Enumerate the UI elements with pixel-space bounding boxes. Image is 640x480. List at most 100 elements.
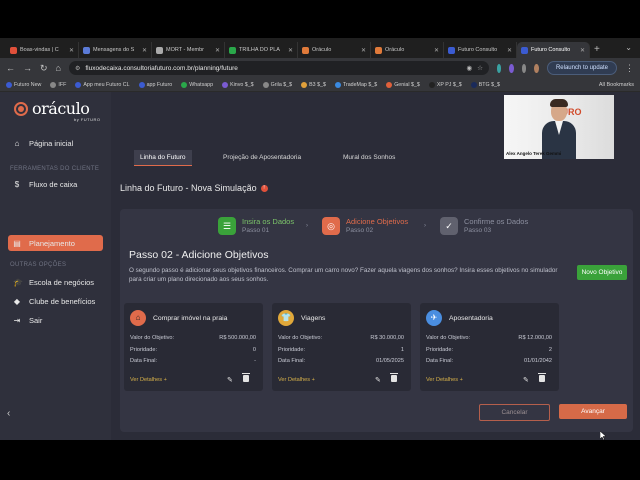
close-icon[interactable]: ✕ <box>507 47 512 54</box>
close-icon[interactable]: ✕ <box>69 47 74 54</box>
close-icon[interactable]: ✕ <box>434 47 439 54</box>
logo-subtitle: by FUTURO <box>74 117 101 122</box>
sidebar-item-business-school[interactable]: 🎓 Escola de negócios <box>8 274 103 290</box>
bookmark[interactable]: XP PJ $_$ <box>428 81 462 88</box>
step-1[interactable]: ☰ Insira os Dados Passo 01 <box>218 217 294 235</box>
step-title: Insira os Dados <box>242 217 295 226</box>
chevron-right-icon: › <box>306 223 308 229</box>
bookmark[interactable]: App meu Futuro CL <box>75 81 130 88</box>
app-logo[interactable]: oráculo <box>14 101 90 117</box>
browser-tab-active[interactable]: Futuro Consulto ✕ <box>517 42 590 58</box>
browser-tab[interactable]: Oráculo ✕ <box>371 42 444 58</box>
diamond-icon: ◆ <box>13 296 21 306</box>
eye-icon[interactable]: ◉ <box>466 64 472 72</box>
step-subtitle: Passo 02 <box>346 227 374 234</box>
browser-tab[interactable]: Futuro Consulto ✕ <box>444 42 517 58</box>
bookmark[interactable]: B3 $_$ <box>301 81 326 88</box>
extension-icon[interactable] <box>509 63 514 73</box>
sidebar-item-label: Fluxo de caixa <box>29 179 78 189</box>
browser-tab[interactable]: Mensagens do S ✕ <box>79 42 152 58</box>
new-goal-button[interactable]: Novo Objetivo <box>577 265 627 280</box>
tab-favicon <box>521 46 528 54</box>
close-icon[interactable]: ✕ <box>361 47 366 54</box>
bookmark-favicon <box>470 81 477 88</box>
extension-icon[interactable] <box>521 63 527 73</box>
sidebar-item-home[interactable]: ⌂ Página inicial <box>8 135 103 151</box>
step-3[interactable]: ✓ Confirme os Dados Passo 03 <box>440 217 528 235</box>
home-icon[interactable]: ⌂ <box>56 63 61 73</box>
webcam-overlay: TURO Alex Angelo Terek Gemmi <box>504 95 614 159</box>
close-icon[interactable]: ✕ <box>142 47 147 54</box>
trash-icon[interactable] <box>242 373 250 382</box>
step-2[interactable]: ◎ Adicione Objetivos Passo 02 <box>322 217 408 235</box>
sidebar-item-label: Clube de benefícios <box>29 296 96 306</box>
sidebar-item-benefits-club[interactable]: ◆ Clube de benefícios <box>8 293 103 309</box>
extension-icon[interactable] <box>496 63 502 73</box>
browser-tab[interactable]: Boas-vindas | C ✕ <box>6 42 79 58</box>
close-icon[interactable]: ✕ <box>580 47 585 54</box>
view-details-link[interactable]: Ver Detalhes + <box>426 377 463 383</box>
graduation-cap-icon: 🎓 <box>13 277 23 287</box>
edit-icon[interactable]: ✎ <box>375 376 381 384</box>
goal-date-row: Data Final: 01/05/2025 <box>278 358 404 364</box>
back-icon[interactable]: ← <box>6 63 15 73</box>
star-icon[interactable]: ☆ <box>477 64 483 72</box>
info-icon[interactable]: ! <box>260 184 268 192</box>
page-title-text: Linha do Futuro - Nova Simulação <box>120 183 257 193</box>
sidebar-item-cashflow[interactable]: $ Fluxo de caixa <box>8 176 103 192</box>
bookmark-favicon <box>222 81 229 88</box>
close-icon[interactable]: ✕ <box>288 47 293 54</box>
sidebar-item-logout[interactable]: ⇥ Sair <box>8 312 103 328</box>
bookmark-favicon <box>6 81 12 88</box>
goal-card: ✈ Aposentadoria Valor do Objetivo: R$ 12.… <box>420 303 559 391</box>
bookmark[interactable]: Whatsapp <box>181 81 213 88</box>
view-details-link[interactable]: Ver Detalhes + <box>278 377 315 383</box>
dollar-icon: $ <box>14 179 20 189</box>
sidebar-item-planning[interactable]: ▤ Planejamento <box>8 235 103 251</box>
trash-icon[interactable] <box>390 373 398 382</box>
address-bar[interactable]: ⚙ fluxodecaixa.consultoriafuturo.com.br/… <box>68 61 489 75</box>
bookmark[interactable]: app Futuro <box>138 81 172 88</box>
target-icon: ◎ <box>322 217 340 235</box>
view-details-link[interactable]: Ver Detalhes + <box>130 377 167 383</box>
step-title: Adicione Objetivos <box>346 217 409 226</box>
tab-future-line[interactable]: Linha do Futuro <box>134 150 192 166</box>
profile-avatar[interactable] <box>534 63 539 73</box>
forward-icon[interactable]: → <box>23 63 32 73</box>
bookmark-favicon <box>301 81 308 88</box>
goal-value-row: Valor do Objetivo: R$ 30.000,00 <box>278 335 404 341</box>
goal-card: 👕 Viagens Valor do Objetivo: R$ 30.000,00… <box>272 303 411 391</box>
menu-icon[interactable]: ⋮ <box>625 63 634 74</box>
new-tab-button[interactable]: + <box>594 42 600 58</box>
cancel-button[interactable]: Cancelar <box>479 404 550 421</box>
edit-icon[interactable]: ✎ <box>227 376 233 384</box>
browser-tab[interactable]: Oráculo ✕ <box>298 42 371 58</box>
next-button[interactable]: Avançar <box>559 404 627 419</box>
browser-toolbar: ← → ↻ ⌂ ⚙ fluxodecaixa.consultoriafuturo… <box>0 58 640 78</box>
tab-search-icon[interactable]: ⌄ <box>625 43 632 52</box>
bookmark[interactable]: Genial $_$ <box>386 81 420 88</box>
all-bookmarks-button[interactable]: All Bookmarks <box>599 82 634 88</box>
tab-dreams-wall[interactable]: Mural dos Sonhos <box>343 154 395 161</box>
bookmark[interactable]: Grila $_$ <box>262 81 292 88</box>
bookmarks-bar: Futuro New IFF App meu Futuro CL app Fut… <box>0 78 640 92</box>
reload-icon[interactable]: ↻ <box>40 63 48 74</box>
close-icon[interactable]: ✕ <box>215 47 220 54</box>
bookmark[interactable]: BTG $_$ <box>470 81 500 88</box>
bookmark[interactable]: Futuro New <box>6 81 41 88</box>
tab-retirement-projection[interactable]: Projeção de Aposentadoria <box>223 154 301 161</box>
browser-tab[interactable]: TRILHA DO PLA ✕ <box>225 42 298 58</box>
main-content: Linha do Futuro Projeção de Aposentadori… <box>111 92 640 440</box>
browser-tab[interactable]: MORT - Membr ✕ <box>152 42 225 58</box>
bookmark[interactable]: Kinvo $_$ <box>222 81 254 88</box>
edit-icon[interactable]: ✎ <box>523 376 529 384</box>
goal-value-row: Valor do Objetivo: R$ 500.000,00 <box>130 335 256 341</box>
site-info-icon[interactable]: ⚙ <box>75 65 80 72</box>
bookmark[interactable]: IFF <box>50 81 66 88</box>
collapse-sidebar-icon[interactable]: ‹ <box>7 408 10 419</box>
step-subtitle: Passo 01 <box>242 227 270 234</box>
bookmark[interactable]: TradeMap $_$ <box>334 81 377 88</box>
step-title: Confirme os Dados <box>464 217 529 226</box>
trash-icon[interactable] <box>538 373 546 382</box>
relaunch-button[interactable]: Relaunch to update <box>546 61 617 75</box>
